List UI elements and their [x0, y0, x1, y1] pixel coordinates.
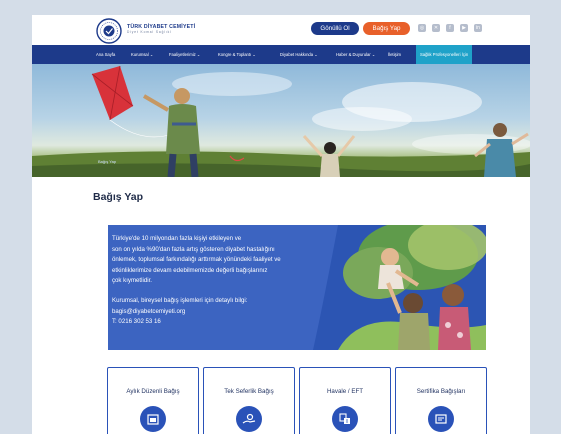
x-twitter-icon[interactable]: ✕: [432, 24, 440, 32]
card-label: Tek Seferlik Bağış: [224, 388, 274, 395]
nav-item-corporate[interactable]: Kurumsal ⌄: [131, 45, 153, 64]
banner-text: Türkiye'de 10 milyondan fazla kişiyi etk…: [112, 234, 342, 328]
top-bar: TÜRK DİYABET CEMİYETİ Diyet Komal Sağlık…: [32, 15, 530, 45]
banner-line: Türkiye'de 10 milyondan fazla kişiyi etk…: [112, 235, 242, 242]
donate-button[interactable]: Bağış Yap: [363, 22, 410, 35]
banner-line: son on yılda %90'dan fazla artış göstere…: [112, 245, 275, 253]
banner-line: etkinliklerimize devam edebilmemizde değ…: [112, 266, 268, 274]
instagram-icon[interactable]: ◎: [418, 24, 426, 32]
certificate-icon: [428, 406, 454, 432]
youtube-icon[interactable]: ▶: [460, 24, 468, 32]
certificate-donation-card[interactable]: Sertifika Bağışları: [395, 367, 487, 434]
main-nav: Ana Sayfa Kurumsal ⌄ Faaliyetlerimiz ⌄ K…: [32, 45, 530, 64]
contact-info-label: Kurumsal, bireysel bağış işlemleri için …: [112, 296, 248, 304]
card-label: Aylık Düzenli Bağış: [126, 388, 180, 395]
bank-transfer-icon: [332, 406, 358, 432]
banner-line: önlemek, toplumsal farkındalığı arttırma…: [112, 256, 281, 264]
hero-image: Bağış Yap: [32, 64, 530, 177]
volunteer-button[interactable]: Gönüllü Ol: [311, 22, 359, 35]
social-links: ◎ ✕ f ▶ in: [418, 24, 482, 32]
card-label: Havale / EFT: [326, 388, 364, 395]
linkedin-icon[interactable]: in: [474, 24, 482, 32]
nav-item-about-diabetes[interactable]: Diyabet Hakkında ⌄: [280, 45, 318, 64]
page-title: Bağış Yap: [93, 191, 143, 203]
breadcrumb[interactable]: Bağış Yap: [98, 159, 116, 164]
facebook-icon[interactable]: f: [446, 24, 454, 32]
logo-seal-icon[interactable]: [96, 18, 122, 44]
nav-item-activities[interactable]: Faaliyetlerimiz ⌄: [169, 45, 200, 64]
one-time-donation-card[interactable]: Tek Seferlik Bağış: [203, 367, 295, 434]
nav-item-congress[interactable]: Kongre & Toplantı ⌄: [218, 45, 256, 64]
banner-line: çok kıymetlidir.: [112, 277, 152, 285]
nav-item-news[interactable]: Haber & Duyurular ⌄: [336, 45, 375, 64]
nav-item-home[interactable]: Ana Sayfa: [96, 45, 115, 64]
donation-info-banner: Türkiye'de 10 milyondan fazla kişiyi etk…: [108, 225, 486, 350]
calendar-icon: [140, 406, 166, 432]
contact-phone[interactable]: T: 0216 302 53 16: [112, 317, 342, 328]
page: TÜRK DİYABET CEMİYETİ Diyet Komal Sağlık…: [32, 15, 530, 434]
nav-item-contact[interactable]: İletişim: [388, 45, 401, 64]
hand-coin-icon: [236, 406, 262, 432]
donation-options: Aylık Düzenli Bağış Tek Seferlik Bağış H…: [107, 367, 487, 434]
contact-email-link[interactable]: bagis@diyabetcemiyeti.org: [112, 307, 342, 318]
card-label: Sertifika Bağışları: [416, 388, 466, 395]
brand[interactable]: TÜRK DİYABET CEMİYETİ Diyet Komal Sağlık…: [127, 24, 195, 35]
monthly-donation-card[interactable]: Aylık Düzenli Bağış: [107, 367, 199, 434]
nav-item-health-professionals[interactable]: Sağlık Profesyonelleri İçin: [416, 45, 473, 64]
bank-transfer-card[interactable]: Havale / EFT: [299, 367, 391, 434]
brand-tagline: Diyet Komal Sağlıkl: [127, 30, 172, 34]
